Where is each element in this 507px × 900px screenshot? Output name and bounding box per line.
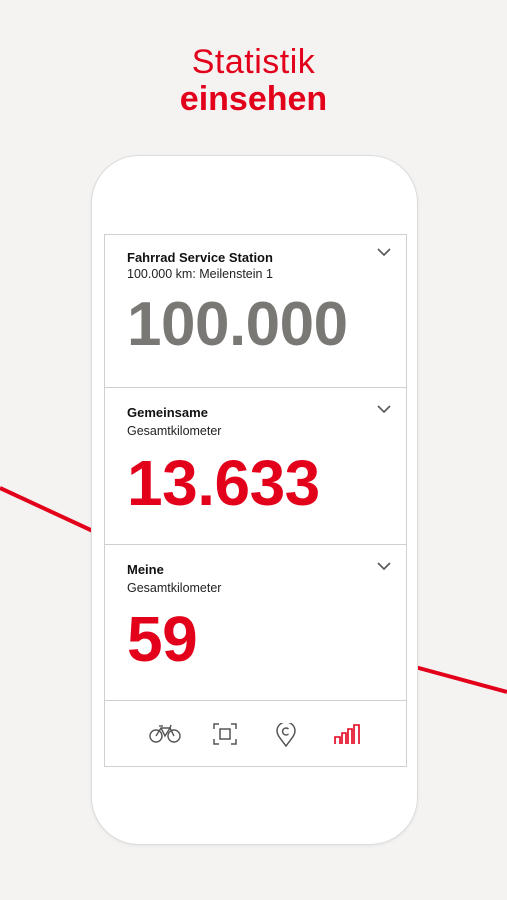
scan-icon[interactable] (213, 723, 237, 745)
bike-icon[interactable] (149, 723, 181, 743)
chevron-down-icon[interactable] (376, 247, 392, 257)
headline-line-2: einsehen (179, 80, 328, 119)
card-title: Fahrrad Service Station (127, 250, 273, 265)
location-pin-icon[interactable] (276, 723, 296, 747)
card-subtitle: Gesamtkilometer (127, 581, 222, 595)
card-shared-total[interactable]: Gemeinsame Gesamtkilometer 13.633 (105, 388, 406, 545)
card-title: Meine (127, 562, 164, 577)
headline-line-1: Statistik (191, 43, 316, 81)
card-service-station[interactable]: Fahrrad Service Station 100.000 km: Meil… (105, 235, 406, 388)
bottom-navigation (105, 701, 406, 766)
milestone-value: 100.000 (127, 290, 348, 359)
card-title: Gemeinsame (127, 405, 208, 420)
phone-frame: Fahrrad Service Station 100.000 km: Meil… (91, 155, 418, 845)
app-screen: Fahrrad Service Station 100.000 km: Meil… (104, 234, 407, 767)
statistics-icon[interactable] (334, 723, 360, 745)
shared-km-value: 13.633 (127, 447, 320, 519)
card-subtitle: 100.000 km: Meilenstein 1 (127, 267, 273, 281)
card-subtitle: Gesamtkilometer (127, 424, 222, 438)
chevron-down-icon[interactable] (376, 561, 392, 571)
my-km-value: 59 (127, 603, 198, 675)
card-my-total[interactable]: Meine Gesamtkilometer 59 (105, 545, 406, 701)
chevron-down-icon[interactable] (376, 404, 392, 414)
page-headline: Statistik einsehen (0, 43, 507, 119)
